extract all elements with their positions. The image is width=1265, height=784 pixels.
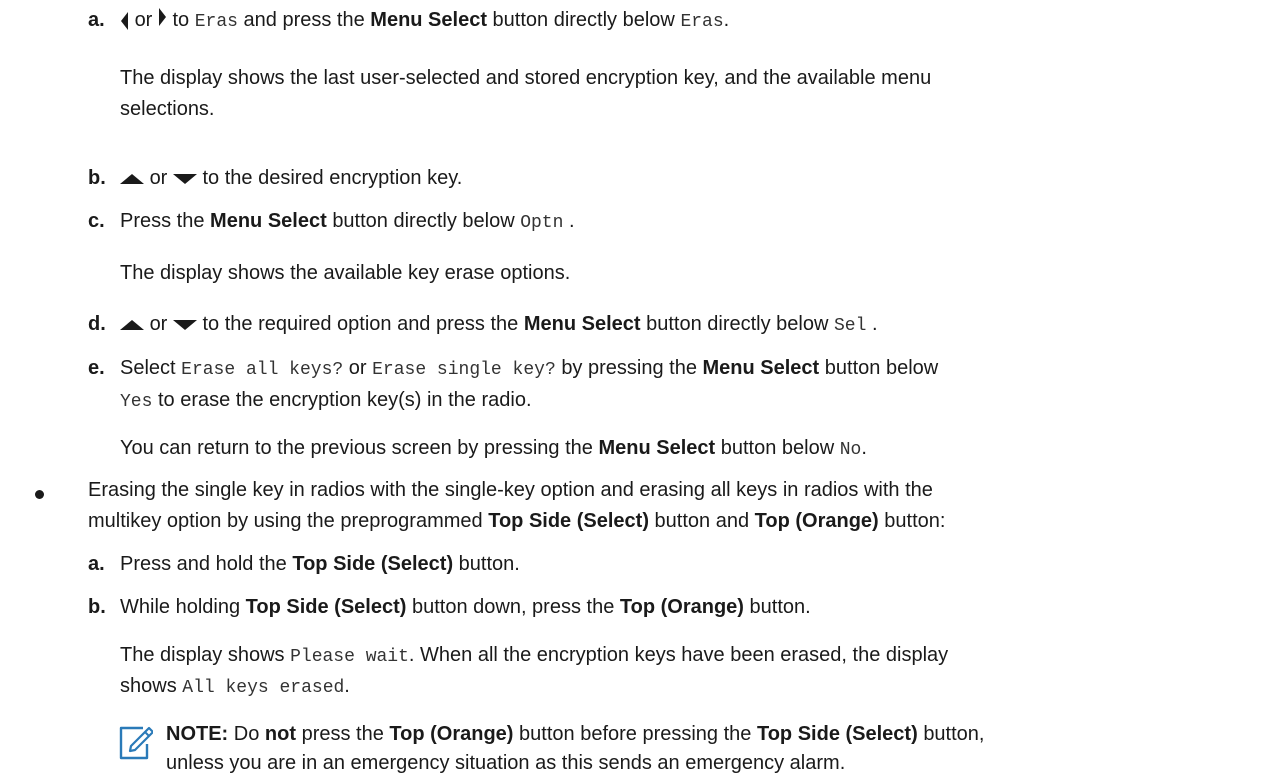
top-side-select-label: Top Side (Select) — [292, 553, 454, 575]
display-all-keys-erased: All keys erased — [182, 678, 345, 698]
menu-code-eras: Eras — [680, 12, 724, 32]
step-marker: a. — [88, 9, 105, 31]
menu-select-label: Menu Select — [370, 9, 487, 31]
bullet-line2: multikey option by using the preprogramm… — [88, 510, 946, 532]
top-orange-label: Top (Orange) — [389, 723, 514, 745]
step-e-description: You can return to the previous screen by… — [120, 437, 867, 460]
step-marker: b. — [88, 596, 106, 618]
step-d-required-option: d. or to the required option and press t… — [88, 313, 878, 336]
bullet-line1: Erasing the single key in radios with th… — [88, 479, 933, 501]
menu-code-yes: Yes — [120, 392, 153, 412]
up-arrow-icon — [120, 319, 144, 330]
step-a-erase: a. or to Eras and press the Menu Select … — [88, 8, 730, 32]
note-line2: unless you are in an emergency situation… — [166, 752, 846, 774]
menu-code-no: No — [839, 440, 862, 460]
right-arrow-icon — [158, 8, 166, 26]
step-c-description: The display shows the available key eras… — [120, 262, 571, 284]
step-b-description-line2: shows All keys erased. — [120, 675, 350, 698]
menu-select-label: Menu Select — [702, 357, 820, 379]
menu-select-label: Menu Select — [210, 210, 327, 232]
menu-code-sel: Sel — [833, 316, 867, 336]
menu-select-label: Menu Select — [523, 313, 641, 335]
note-label: NOTE: — [166, 723, 229, 745]
note-line1: NOTE: Do not press the Top (Orange) butt… — [166, 723, 985, 745]
bullet-dot — [35, 490, 44, 499]
step-marker: c. — [88, 210, 105, 232]
display-please-wait: Please wait — [290, 647, 409, 667]
step-a-description: The display shows the last user-selected… — [120, 67, 932, 120]
top-side-select-label: Top Side (Select) — [245, 596, 407, 618]
top-side-select-label: Top Side (Select) — [488, 510, 649, 532]
step-marker: e. — [88, 357, 105, 379]
up-arrow-icon — [120, 173, 144, 184]
menu-code-optn: Optn — [520, 213, 564, 233]
menu-code-erase-single: Erase single key? — [372, 360, 556, 380]
step-b-press-orange: b. While holding Top Side (Select) butto… — [88, 596, 811, 618]
step-c-options: c. Press the Menu Select button directly… — [88, 210, 575, 233]
top-orange-label: Top (Orange) — [619, 596, 744, 618]
down-arrow-icon — [172, 174, 197, 184]
step-marker: d. — [88, 313, 106, 335]
note-pencil-icon — [119, 726, 153, 760]
step-a-press-hold: a. Press and hold the Top Side (Select) … — [88, 553, 520, 575]
menu-code-eras: Eras — [194, 12, 238, 32]
top-orange-label: Top (Orange) — [754, 510, 879, 532]
menu-select-label: Menu Select — [598, 437, 716, 459]
step-e-line2: Yes to erase the encryption key(s) in th… — [120, 389, 532, 412]
or-text: or — [134, 9, 153, 31]
step-marker: a. — [88, 553, 105, 575]
step-b-select-key: b. or to the desired encryption key. — [88, 167, 463, 189]
down-arrow-icon — [172, 320, 197, 330]
step-b-description-line1: The display shows Please wait. When all … — [120, 644, 949, 667]
step-e-erase-select: e. Select Erase all keys? or Erase singl… — [88, 357, 939, 380]
menu-code-erase-all: Erase all keys? — [181, 360, 344, 380]
step-marker: b. — [88, 167, 106, 189]
left-arrow-icon — [121, 11, 128, 30]
top-side-select-label: Top Side (Select) — [756, 723, 918, 745]
